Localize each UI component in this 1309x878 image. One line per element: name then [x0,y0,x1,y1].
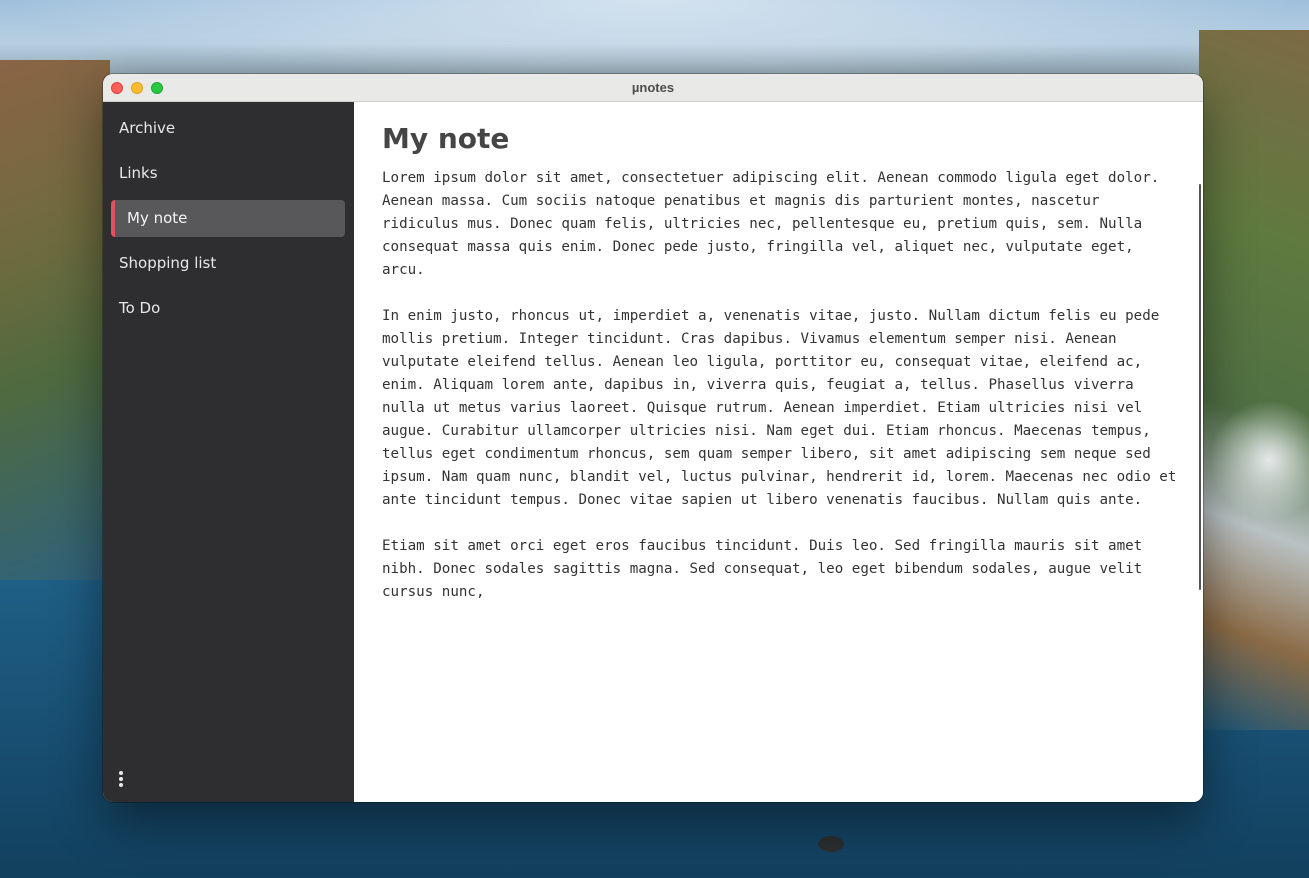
wallpaper-mountains-left [0,60,110,580]
title-bar[interactable]: µnotes [103,74,1203,102]
wallpaper-sky [0,0,1309,80]
notes-sidebar: Archive Links My note Shopping list To D… [103,102,354,802]
vertical-ellipsis-icon[interactable] [111,768,131,792]
wallpaper-rock [818,836,844,852]
app-window: µnotes Archive Links My note Shopping li… [103,74,1203,802]
note-editor: My note Lorem ipsum dolor sit amet, cons… [354,102,1203,802]
sidebar-item-links[interactable]: Links [111,155,345,192]
editor-scrollbar[interactable] [1199,184,1201,590]
sidebar-item-to-do[interactable]: To Do [111,290,345,327]
sidebar-item-archive[interactable]: Archive [111,110,345,147]
ellipsis-dot [119,783,123,787]
window-title: µnotes [631,80,675,95]
ellipsis-dot [119,771,123,775]
sidebar-item-shopping-list[interactable]: Shopping list [111,245,345,282]
wallpaper-mountains-right [1199,30,1309,730]
note-title[interactable]: My note [382,122,509,155]
desktop-wallpaper: µnotes Archive Links My note Shopping li… [0,0,1309,878]
note-body-textarea[interactable]: Lorem ipsum dolor sit amet, consectetuer… [382,167,1182,767]
ellipsis-dot [119,777,123,781]
sidebar-item-my-note[interactable]: My note [111,200,345,237]
